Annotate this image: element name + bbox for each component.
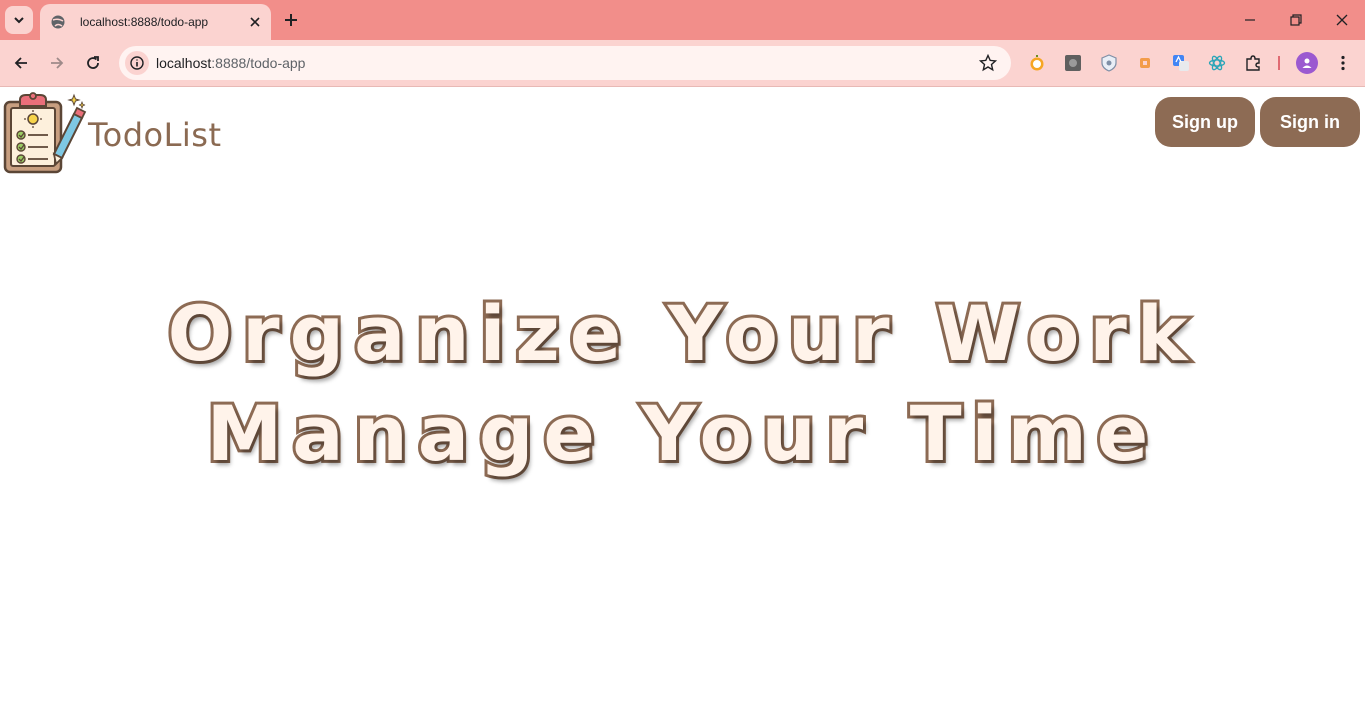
bookmark-star-icon[interactable]	[979, 54, 997, 72]
plus-icon[interactable]	[280, 9, 302, 31]
close-icon[interactable]	[245, 12, 265, 32]
back-icon[interactable]	[10, 52, 32, 74]
todo-app-page: TodoList Sign up Sign in Organize Your W…	[0, 88, 1365, 727]
extension-orange-icon[interactable]	[1134, 52, 1156, 74]
extension-dark-icon[interactable]	[1062, 52, 1084, 74]
extension-shield-icon[interactable]	[1098, 52, 1120, 74]
forward-icon[interactable]	[46, 52, 68, 74]
tab-title: localhost:8888/todo-app	[80, 15, 209, 29]
browser-toolbar: localhost:8888/todo-app	[0, 40, 1365, 87]
brand-name[interactable]: TodoList	[88, 116, 222, 154]
hero-line-2: Manage Your Time	[204, 386, 1159, 481]
browser-tabbar: localhost:8888/todo-app	[0, 0, 1365, 40]
hero-headline: Organize Your Work Manage Your Time	[0, 284, 1365, 484]
extension-translate-icon[interactable]	[1170, 52, 1192, 74]
todolist-logo-icon[interactable]	[2, 92, 88, 174]
extension-puzzle-icon[interactable]	[1242, 52, 1264, 74]
browser-tab[interactable]: localhost:8888/todo-app	[40, 4, 271, 40]
extension-react-icon[interactable]	[1206, 52, 1228, 74]
url-host: localhost	[156, 55, 212, 71]
sign-in-button[interactable]: Sign in	[1260, 97, 1360, 147]
restore-icon[interactable]	[1285, 9, 1307, 31]
globe-icon	[50, 14, 66, 30]
profile-icon[interactable]	[1296, 52, 1318, 74]
sign-up-button[interactable]: Sign up	[1155, 97, 1255, 147]
reload-icon[interactable]	[82, 52, 104, 74]
menu-icon[interactable]	[1332, 52, 1354, 74]
url-text[interactable]: localhost:8888/todo-app	[156, 55, 305, 71]
tab-search-button[interactable]	[5, 6, 33, 34]
chevron-down-icon	[14, 17, 24, 24]
hero-line-1: Organize Your Work	[165, 286, 1198, 381]
extension-pumpkin-icon[interactable]	[1026, 52, 1048, 74]
toolbar-separator	[1278, 56, 1280, 70]
window-close-icon[interactable]	[1331, 9, 1353, 31]
site-info-icon[interactable]	[125, 51, 149, 75]
address-bar[interactable]: localhost:8888/todo-app	[119, 46, 1011, 80]
url-path: :8888/todo-app	[211, 55, 306, 71]
minimize-icon[interactable]	[1239, 9, 1261, 31]
